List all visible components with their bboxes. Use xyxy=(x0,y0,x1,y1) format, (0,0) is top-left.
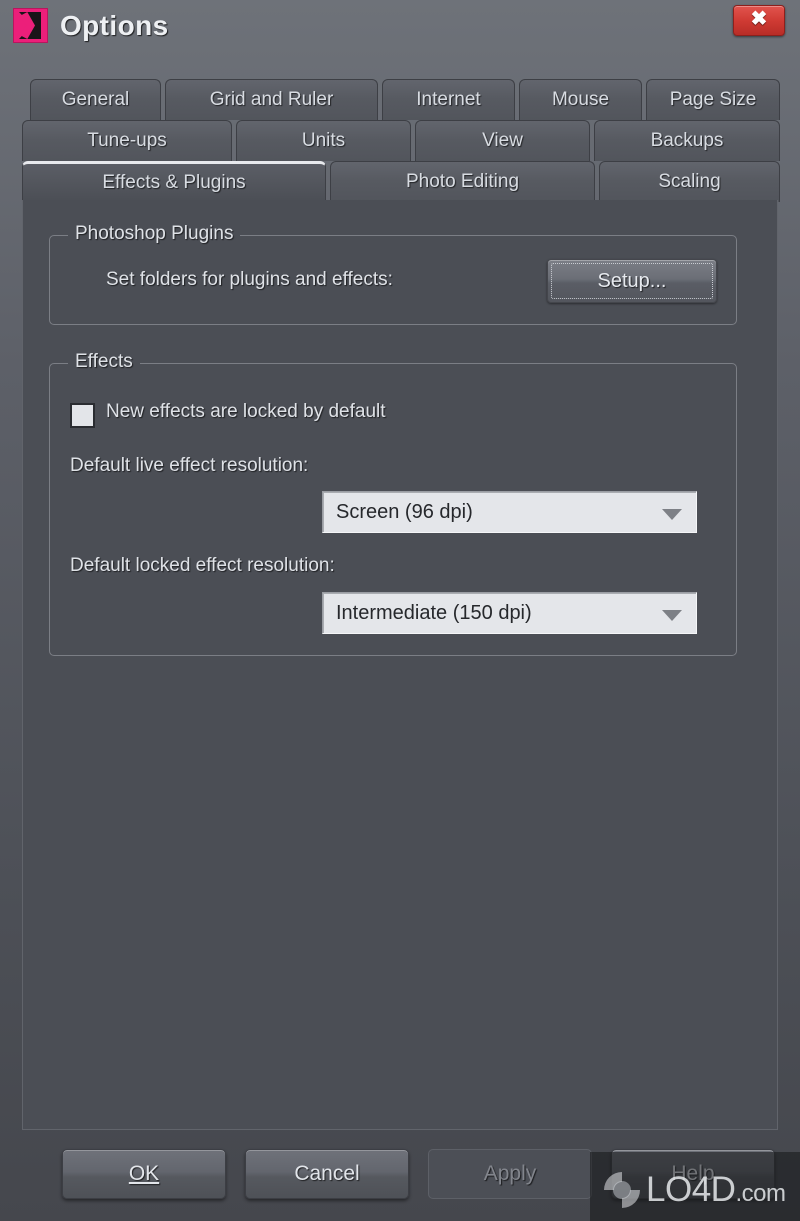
tab-internet[interactable]: Internet xyxy=(382,79,515,120)
window-title: Options xyxy=(60,10,169,41)
select-default-live-effect-resolution-value: Screen (96 dpi) xyxy=(336,501,473,523)
cancel-button[interactable]: Cancel xyxy=(245,1149,409,1199)
tab-row-1: General Grid and Ruler Internet Mouse Pa… xyxy=(22,79,780,120)
tab-content-panel: Photoshop Plugins Set folders for plugin… xyxy=(22,200,778,1130)
tab-grid-and-ruler[interactable]: Grid and Ruler xyxy=(165,79,378,120)
select-default-locked-effect-resolution[interactable]: Intermediate (150 dpi) xyxy=(322,592,697,634)
tab-units[interactable]: Units xyxy=(236,120,411,161)
checkbox-new-effects-locked-label: New effects are locked by default xyxy=(106,401,386,422)
close-icon: ✖ xyxy=(750,8,768,30)
setup-button[interactable]: Setup... xyxy=(547,259,717,303)
effects-label: Effects xyxy=(68,351,140,373)
chevron-down-icon xyxy=(662,610,682,621)
select-default-locked-effect-resolution-value: Intermediate (150 dpi) xyxy=(336,602,532,624)
apply-button: Apply xyxy=(428,1149,592,1199)
photoshop-plugins-label: Photoshop Plugins xyxy=(68,223,241,245)
chevron-down-icon xyxy=(662,509,682,520)
tab-tune-ups[interactable]: Tune-ups xyxy=(22,120,232,161)
tab-general[interactable]: General xyxy=(30,79,161,120)
ok-button[interactable]: OK xyxy=(62,1149,226,1199)
app-logo-icon xyxy=(14,9,47,42)
title-bar: Options ✖ xyxy=(0,0,800,62)
tab-page-size[interactable]: Page Size xyxy=(646,79,780,120)
tab-mouse[interactable]: Mouse xyxy=(519,79,642,120)
cancel-button-label: Cancel xyxy=(294,1162,360,1185)
help-button[interactable]: Help xyxy=(611,1149,775,1199)
setup-button-label: Setup... xyxy=(597,270,667,292)
checkbox-new-effects-locked[interactable] xyxy=(70,403,95,428)
photoshop-plugins-groupbox: Photoshop Plugins Set folders for plugin… xyxy=(49,223,737,325)
tab-strip: General Grid and Ruler Internet Mouse Pa… xyxy=(22,79,780,202)
help-button-label: Help xyxy=(671,1162,715,1185)
tab-effects-and-plugins[interactable]: Effects & Plugins xyxy=(22,161,326,202)
apply-button-label: Apply xyxy=(483,1162,537,1185)
tab-photo-editing[interactable]: Photo Editing xyxy=(330,161,595,202)
select-default-live-effect-resolution[interactable]: Screen (96 dpi) xyxy=(322,491,697,533)
effects-groupbox: Effects New effects are locked by defaul… xyxy=(49,351,737,656)
tab-scaling[interactable]: Scaling xyxy=(599,161,780,202)
tab-backups[interactable]: Backups xyxy=(594,120,780,161)
default-locked-effect-resolution-label: Default locked effect resolution: xyxy=(70,555,335,576)
default-live-effect-resolution-label: Default live effect resolution: xyxy=(70,455,309,476)
close-button[interactable]: ✖ xyxy=(733,5,785,36)
tab-view[interactable]: View xyxy=(415,120,590,161)
dialog-footer: OK Cancel Apply Help xyxy=(0,1130,800,1221)
tab-row-2: Tune-ups Units View Backups xyxy=(22,120,780,161)
set-folders-label: Set folders for plugins and effects: xyxy=(106,269,393,290)
ok-button-label: OK xyxy=(128,1162,160,1185)
options-dialog-window: Options ✖ General Grid and Ruler Interne… xyxy=(0,0,800,1221)
tab-row-3: Effects & Plugins Photo Editing Scaling xyxy=(22,161,780,202)
